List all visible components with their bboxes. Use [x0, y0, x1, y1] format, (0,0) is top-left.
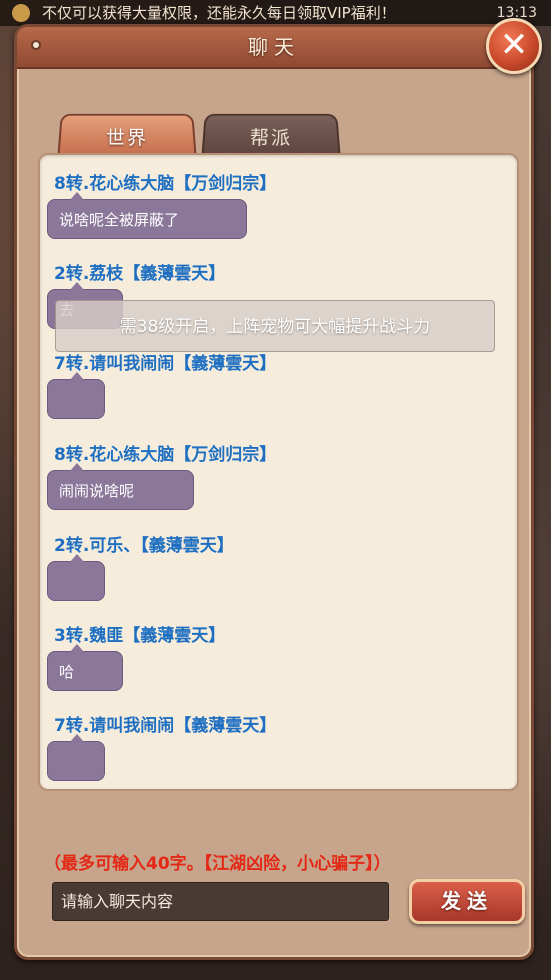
title-bar: 聊天 — [17, 27, 531, 69]
message-bubble: 说啥呢全被屏蔽了 — [47, 192, 247, 239]
message-bubble — [47, 554, 105, 601]
message-bubble: 闹闹说啥呢 — [47, 463, 194, 510]
message-sender[interactable]: 2转.可乐、【義薄雲天】 — [54, 531, 234, 556]
send-button[interactable]: 发送 — [409, 879, 525, 924]
chat-message-list[interactable]: 8转.花心练大脑【万剑归宗】 说啥呢全被屏蔽了 2转.荔枝【義薄雲天】 去 7转… — [38, 153, 519, 791]
message-sender[interactable]: 8转.花心练大脑【万剑归宗】 — [54, 169, 276, 194]
message-sender[interactable]: 3转.魏匪【義薄雲天】 — [54, 621, 225, 646]
announcement-ticker: 不仅可以获得大量权限，还能永久每日领取VIP福利！ 13:13 — [0, 0, 551, 26]
panel-title: 聊天 — [248, 35, 300, 59]
input-hint: （最多可输入40字。【江湖凶险，小心骗子】） — [44, 854, 391, 874]
message-bubble — [47, 734, 105, 781]
close-button[interactable]: ✕ — [486, 18, 542, 74]
message-bubble — [47, 372, 105, 419]
message-sender[interactable]: 2转.荔枝【義薄雲天】 — [54, 259, 225, 284]
message-sender[interactable]: 8转.花心练大脑【万剑归宗】 — [54, 440, 276, 465]
message-bubble: 哈 — [47, 644, 123, 691]
ticker-text: 不仅可以获得大量权限，还能永久每日领取VIP福利！ — [42, 4, 396, 22]
toast-notification: 需38级开启，上阵宠物可大幅提升战斗力 — [55, 300, 495, 352]
chat-panel: 聊天 帮派 世界 8转.花心练大脑【万剑归宗】 说啥呢全被屏蔽了 2转.荔枝【義… — [14, 24, 534, 960]
message-sender[interactable]: 7转.请叫我闹闹【義薄雲天】 — [54, 711, 276, 736]
announcement-icon — [12, 4, 30, 22]
chat-input[interactable] — [52, 882, 389, 921]
